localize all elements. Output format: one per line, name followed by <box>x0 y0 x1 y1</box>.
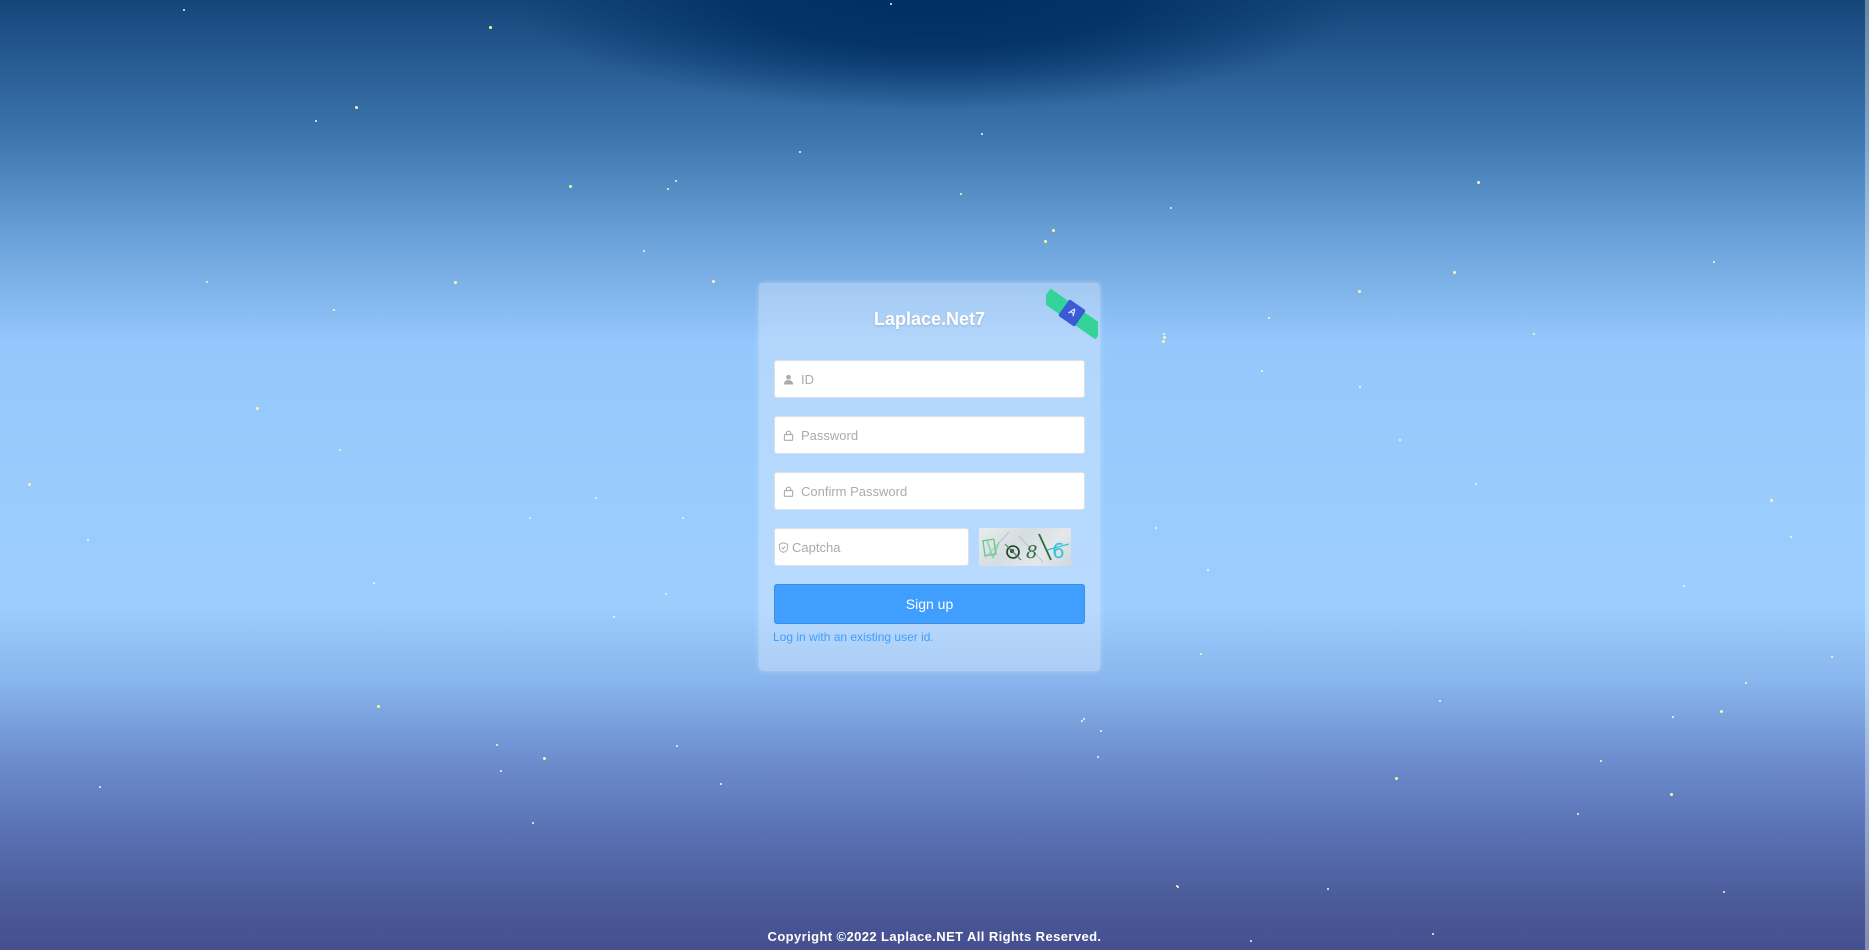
captcha-glyphs: 8 6 <box>982 531 1070 563</box>
captcha-input[interactable] <box>792 529 968 565</box>
confirm-password-input[interactable] <box>801 473 1084 509</box>
id-field[interactable] <box>774 360 1085 398</box>
password-input[interactable] <box>801 417 1084 453</box>
captcha-image[interactable]: 8 6 <box>979 528 1071 566</box>
lock-icon <box>775 486 801 497</box>
user-icon <box>775 374 801 385</box>
id-input[interactable] <box>801 361 1084 397</box>
page-scrollbar[interactable] <box>1865 0 1869 950</box>
language-switch-button[interactable]: A <box>1046 287 1098 339</box>
confirm-password-field[interactable] <box>774 472 1085 510</box>
copyright-footer: Copyright ©2022 Laplace.NET All Rights R… <box>767 929 1102 944</box>
lock-icon <box>775 430 801 441</box>
login-link[interactable]: Log in with an existing user id. <box>773 630 934 644</box>
shield-check-icon <box>775 541 792 553</box>
signup-card: Laplace.Net7 A ID Captcha 8 6 Sign up Lo… <box>759 283 1100 671</box>
captcha-field[interactable] <box>774 528 969 566</box>
signup-button[interactable]: Sign up <box>774 584 1085 624</box>
svg-text:6: 6 <box>1052 539 1065 563</box>
svg-text:8: 8 <box>1026 542 1037 563</box>
password-field[interactable] <box>774 416 1085 454</box>
